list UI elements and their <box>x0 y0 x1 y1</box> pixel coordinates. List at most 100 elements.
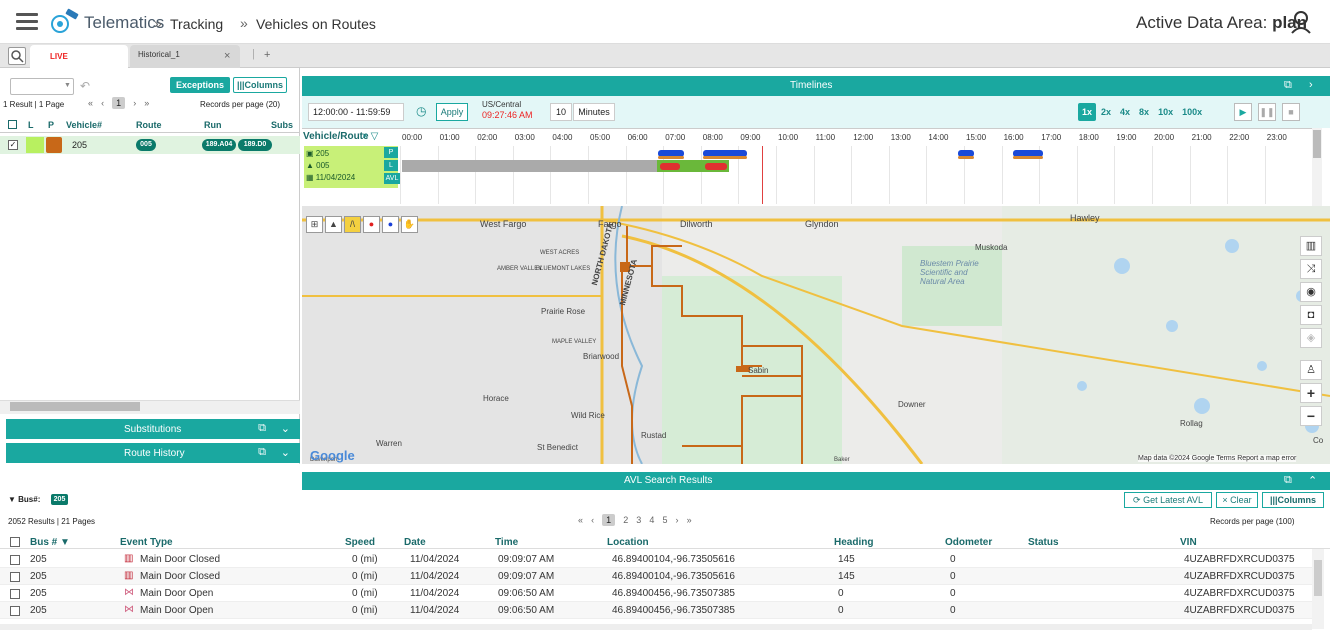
col-date[interactable]: Date <box>404 537 426 548</box>
road-icon[interactable]: /\ <box>344 216 361 233</box>
page-2[interactable]: 2 <box>623 515 628 525</box>
avl-columns-button[interactable]: |||Columns <box>1262 492 1324 508</box>
last-page-icon[interactable]: » <box>144 98 149 108</box>
active-data-area[interactable]: Active Data Area: plan <box>1136 13 1307 33</box>
timeline-exception[interactable] <box>705 163 727 170</box>
columns-button[interactable]: |||Columns <box>233 77 287 93</box>
speed-10x[interactable]: 10x <box>1154 103 1177 121</box>
bus-stop-icon[interactable]: ⊞ <box>306 216 323 233</box>
speed-8x[interactable]: 8x <box>1135 103 1153 121</box>
last-page-icon[interactable]: » <box>687 515 692 525</box>
col-location[interactable]: Location <box>607 537 649 548</box>
get-latest-avl-button[interactable]: ⟳ Get Latest AVL <box>1124 492 1212 508</box>
col-bus[interactable]: Bus # ▼ <box>30 537 70 548</box>
pause-icon[interactable]: ❚❚ <box>1258 103 1276 121</box>
badge-l[interactable]: L <box>384 160 398 171</box>
next-page-icon[interactable]: › <box>676 515 679 525</box>
apply-button[interactable]: Apply <box>436 103 468 121</box>
substitutions-bar[interactable]: Substitutions ⧉ ⌄ <box>6 419 300 439</box>
prev-page-icon[interactable]: ‹ <box>591 515 594 525</box>
badge-p[interactable]: P <box>384 147 398 158</box>
col-heading[interactable]: Heading <box>834 537 873 548</box>
col-run[interactable]: Run <box>204 120 222 130</box>
col-p[interactable]: P <box>48 120 54 130</box>
next-page-icon[interactable]: › <box>133 98 136 108</box>
first-page-icon[interactable]: « <box>578 515 583 525</box>
chevron-right-icon[interactable]: › <box>1309 79 1313 91</box>
route-icon[interactable]: ▲ <box>325 216 342 233</box>
scrollbar-thumb[interactable] <box>1313 130 1321 158</box>
zoom-in-button[interactable]: + <box>1300 383 1322 403</box>
col-l[interactable]: L <box>28 120 34 130</box>
external-link-icon[interactable]: ⧉ <box>1284 79 1292 92</box>
row-checkbox[interactable] <box>10 572 20 582</box>
scrollbar-thumb[interactable] <box>1314 560 1322 596</box>
first-page-icon[interactable]: « <box>88 98 93 108</box>
col-route[interactable]: Route <box>136 120 162 130</box>
col-subs[interactable]: Subs <box>271 120 293 130</box>
interval-unit-select[interactable]: Minutes <box>573 103 615 121</box>
current-page[interactable]: 1 <box>112 97 126 109</box>
timeline-exception[interactable] <box>660 163 680 170</box>
route-badge[interactable]: 005 <box>136 139 156 151</box>
prev-page-icon[interactable]: ‹ <box>101 98 104 108</box>
play-icon[interactable]: ▶ <box>1234 103 1252 121</box>
horizontal-scrollbar[interactable] <box>0 624 1312 630</box>
bus-filter-value[interactable]: 205 <box>51 494 68 505</box>
clear-filter-icon[interactable]: × ▽ <box>362 131 378 142</box>
records-per-page[interactable]: Records per page (20) <box>200 100 280 109</box>
col-odometer[interactable]: Odometer <box>945 537 992 548</box>
zoom-out-button[interactable]: − <box>1300 406 1322 426</box>
hand-pan-icon[interactable]: ✋ <box>401 216 418 233</box>
vehicle-number[interactable]: 205 <box>72 140 87 150</box>
hide-routes-icon[interactable]: ⤨ <box>1300 259 1322 279</box>
col-status[interactable]: Status <box>1028 537 1059 548</box>
col-vin[interactable]: VIN <box>1180 537 1197 548</box>
map-view[interactable] <box>302 206 1330 464</box>
speed-1x[interactable]: 1x <box>1078 103 1097 121</box>
time-range-input[interactable]: 12:00:00 - 11:59:59 <box>308 103 404 121</box>
row-checkbox[interactable] <box>10 589 20 599</box>
row-checkbox[interactable] <box>10 606 20 616</box>
tab-live[interactable]: LIVE <box>30 45 128 68</box>
speed-100x[interactable]: 100x <box>1178 103 1206 121</box>
layers-icon[interactable]: ▥ <box>1300 236 1322 256</box>
breadcrumb-tracking[interactable]: Tracking <box>170 16 223 32</box>
select-all-checkbox[interactable] <box>10 537 20 547</box>
globe-icon[interactable]: ◉ <box>1300 282 1322 302</box>
select-all-checkbox[interactable] <box>8 120 17 129</box>
col-speed[interactable]: Speed <box>345 537 375 548</box>
street-view-icon[interactable]: ♙ <box>1300 360 1322 380</box>
stop-icon[interactable]: ■ <box>1282 103 1300 121</box>
badge-avl[interactable]: AVL <box>384 173 400 184</box>
map-attribution[interactable]: Map data ©2024 Google Terms Report a map… <box>1138 455 1297 462</box>
exceptions-button[interactable]: Exceptions <box>170 77 230 93</box>
external-link-icon[interactable]: ⧉ <box>1284 474 1292 487</box>
external-link-icon[interactable]: ⧉ <box>258 446 266 459</box>
row-checkbox[interactable] <box>10 555 20 565</box>
row-checkbox[interactable]: ✓ <box>8 140 18 150</box>
undo-icon[interactable]: ↶ <box>80 79 90 93</box>
stack-icon[interactable]: ◘ <box>1300 305 1322 325</box>
search-icon[interactable] <box>8 47 26 65</box>
page-5[interactable]: 5 <box>662 515 667 525</box>
col-time[interactable]: Time <box>495 537 518 548</box>
blue-dot-icon[interactable]: ● <box>382 216 399 233</box>
external-link-icon[interactable]: ⧉ <box>258 422 266 435</box>
col-event-type[interactable]: Event Type <box>120 537 173 548</box>
avl-records-per-page[interactable]: Records per page (100) <box>1210 517 1295 526</box>
speed-4x[interactable]: 4x <box>1116 103 1134 121</box>
run-badge[interactable]: 189.A04 <box>202 139 236 151</box>
speed-2x[interactable]: 2x <box>1097 103 1115 121</box>
clear-button[interactable]: × Clear <box>1216 492 1258 508</box>
close-tab-icon[interactable]: × <box>224 50 230 62</box>
hamburger-menu-icon[interactable] <box>16 13 38 31</box>
chevron-down-icon[interactable]: ⌄ <box>281 446 290 459</box>
chevron-up-icon[interactable]: ⌃ <box>1308 474 1317 487</box>
page-3[interactable]: 3 <box>636 515 641 525</box>
run-badge[interactable]: 189.D0 <box>238 139 272 151</box>
red-dot-icon[interactable]: ● <box>363 216 380 233</box>
page-1[interactable]: 1 <box>602 514 616 526</box>
route-history-bar[interactable]: Route History ⧉ ⌄ <box>6 443 300 463</box>
clock-icon[interactable]: ◷ <box>416 104 426 118</box>
